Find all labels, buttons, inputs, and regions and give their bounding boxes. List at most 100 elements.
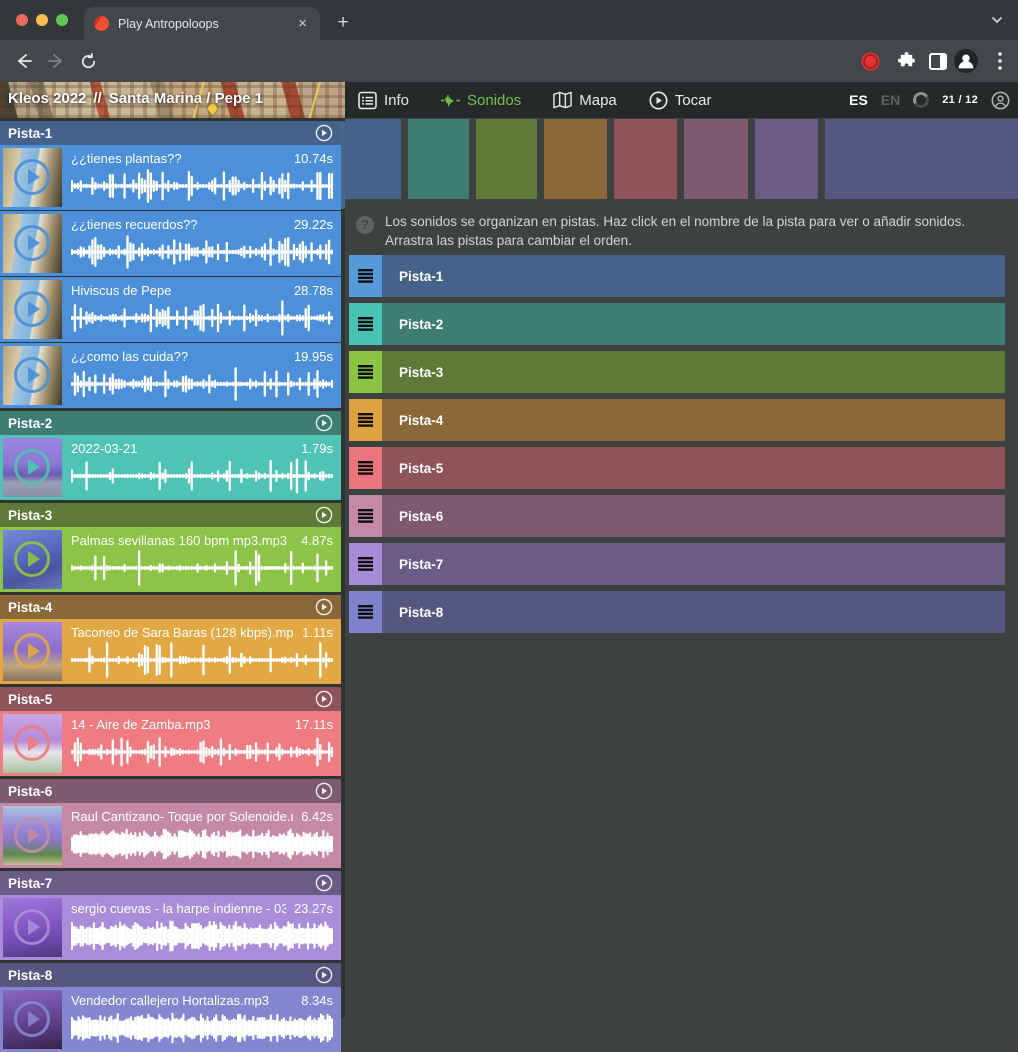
- drag-handle-icon[interactable]: [349, 447, 382, 489]
- track-header[interactable]: Pista-1: [0, 121, 341, 145]
- sound-thumbnail[interactable]: [3, 990, 62, 1049]
- play-sound-icon[interactable]: [14, 1001, 50, 1037]
- close-tab-icon[interactable]: ×: [295, 14, 310, 33]
- zoom-window-button[interactable]: [56, 14, 68, 26]
- sound-item[interactable]: Raul Cantizano- Toque por Solenoide.mp3 …: [0, 803, 341, 868]
- play-track-button[interactable]: [315, 506, 333, 524]
- sound-item[interactable]: Taconeo de Sara Baras (128 kbps).mp3 1.1…: [0, 619, 341, 684]
- sound-item[interactable]: 14 - Aire de Zamba.mp3 17.11s: [0, 711, 341, 776]
- track-header[interactable]: Pista-6: [0, 779, 341, 803]
- sound-thumbnail[interactable]: [3, 438, 62, 497]
- question-icon[interactable]: ?: [356, 216, 374, 234]
- nav-item-info[interactable]: Info: [358, 91, 409, 110]
- track-color-swatch-pista-8[interactable]: [825, 119, 1018, 199]
- play-track-button[interactable]: [315, 966, 333, 984]
- drag-handle-icon[interactable]: [349, 351, 382, 393]
- play-sound-icon[interactable]: [14, 817, 50, 853]
- sound-item[interactable]: Palmas sevillanas 160 bpm mp3.mp3 4.87s: [0, 527, 341, 592]
- extensions-puzzle-icon[interactable]: [894, 49, 918, 73]
- language-es[interactable]: ES: [849, 92, 868, 108]
- sound-thumbnail[interactable]: [3, 622, 62, 681]
- track-color-swatch-pista-3[interactable]: [476, 119, 537, 199]
- browser-menu-icon[interactable]: [988, 49, 1012, 73]
- track-header[interactable]: Pista-5: [0, 687, 341, 711]
- project-name[interactable]: Kleos 2022: [8, 90, 86, 107]
- waveform: [71, 550, 333, 586]
- track-row-pista-1[interactable]: Pista-1: [349, 255, 1005, 297]
- reload-button[interactable]: [76, 49, 100, 73]
- track-header[interactable]: Pista-4: [0, 595, 341, 619]
- sound-thumbnail[interactable]: [3, 898, 62, 957]
- back-button[interactable]: [12, 49, 36, 73]
- track-row-pista-4[interactable]: Pista-4: [349, 399, 1005, 441]
- sound-item[interactable]: Hiviscus de Pepe 28.78s: [0, 277, 341, 342]
- track-color-swatch-pista-7[interactable]: [755, 119, 818, 199]
- drag-handle-icon[interactable]: [349, 543, 382, 585]
- track-color-swatch-pista-2[interactable]: [408, 119, 469, 199]
- track-header[interactable]: Pista-3: [0, 503, 341, 527]
- window-controls[interactable]: [16, 14, 68, 26]
- sound-thumbnail[interactable]: [3, 148, 62, 207]
- play-sound-icon[interactable]: [14, 357, 50, 393]
- drag-handle-icon[interactable]: [349, 303, 382, 345]
- track-color-swatch-pista-1[interactable]: [345, 119, 401, 199]
- play-track-button[interactable]: [315, 598, 333, 616]
- play-track-button[interactable]: [315, 690, 333, 708]
- play-track-button[interactable]: [315, 414, 333, 432]
- sound-item[interactable]: ¿¿tienes recuerdos?? 29.22s: [0, 211, 341, 276]
- track-color-swatch-pista-4[interactable]: [544, 119, 607, 199]
- side-panel-icon[interactable]: [926, 49, 950, 73]
- track-row-pista-8[interactable]: Pista-8: [349, 591, 1005, 633]
- nav-item-mapa[interactable]: Mapa: [553, 91, 617, 110]
- browser-tab[interactable]: Play Antropoloops ×: [84, 7, 320, 40]
- play-sound-icon[interactable]: [14, 909, 50, 945]
- track-color-swatch-pista-6[interactable]: [684, 119, 748, 199]
- play-track-button[interactable]: [315, 782, 333, 800]
- drag-handle-icon[interactable]: [349, 255, 382, 297]
- nav-item-tocar[interactable]: Tocar: [649, 91, 712, 110]
- new-tab-button[interactable]: +: [332, 12, 354, 34]
- track-row-pista-5[interactable]: Pista-5: [349, 447, 1005, 489]
- tab-search-chevron-icon[interactable]: [990, 13, 1004, 27]
- play-sound-icon[interactable]: [14, 633, 50, 669]
- play-track-button[interactable]: [315, 124, 333, 142]
- sound-item[interactable]: 2022-03-21 1.79s: [0, 435, 341, 500]
- sound-thumbnail[interactable]: [3, 280, 62, 339]
- track-header[interactable]: Pista-8: [0, 963, 341, 987]
- close-window-button[interactable]: [16, 14, 28, 26]
- play-sound-icon[interactable]: [14, 541, 50, 577]
- sound-thumbnail[interactable]: [3, 714, 62, 773]
- forward-button[interactable]: [44, 49, 68, 73]
- track-row-pista-6[interactable]: Pista-6: [349, 495, 1005, 537]
- drag-handle-icon[interactable]: [349, 399, 382, 441]
- play-track-button[interactable]: [315, 874, 333, 892]
- track-row-pista-7[interactable]: Pista-7: [349, 543, 1005, 585]
- minimize-window-button[interactable]: [36, 14, 48, 26]
- drag-handle-icon[interactable]: [349, 591, 382, 633]
- language-en[interactable]: EN: [881, 92, 900, 108]
- account-icon[interactable]: [991, 91, 1010, 110]
- sound-item[interactable]: ¿¿tienes plantas?? 10.74s: [0, 145, 341, 210]
- play-sound-icon[interactable]: [14, 291, 50, 327]
- drag-handle-icon[interactable]: [349, 495, 382, 537]
- sound-item[interactable]: sergio cuevas - la harpe indienne - 03 -…: [0, 895, 341, 960]
- play-sound-icon[interactable]: [14, 449, 50, 485]
- track-header[interactable]: Pista-2: [0, 411, 341, 435]
- track-row-pista-2[interactable]: Pista-2: [349, 303, 1005, 345]
- track-header[interactable]: Pista-7: [0, 871, 341, 895]
- sound-item[interactable]: Vendedor callejero Hortalizas.mp3 8.34s: [0, 987, 341, 1052]
- record-extension-icon[interactable]: [858, 49, 882, 73]
- sound-item[interactable]: ¿¿como las cuida?? 19.95s: [0, 343, 341, 408]
- track-row-pista-3[interactable]: Pista-3: [349, 351, 1005, 393]
- map-thumbnail-banner[interactable]: Kleos 2022//Santa Marina / Pepe 1: [0, 82, 345, 118]
- sound-thumbnail[interactable]: [3, 806, 62, 865]
- track-color-swatch-pista-5[interactable]: [614, 119, 677, 199]
- sound-thumbnail[interactable]: [3, 346, 62, 405]
- play-sound-icon[interactable]: [14, 725, 50, 761]
- profile-avatar-icon[interactable]: [954, 49, 978, 73]
- play-sound-icon[interactable]: [14, 159, 50, 195]
- play-sound-icon[interactable]: [14, 225, 50, 261]
- sound-thumbnail[interactable]: [3, 530, 62, 589]
- sound-thumbnail[interactable]: [3, 214, 62, 273]
- nav-item-sonidos[interactable]: Sonidos: [441, 91, 521, 110]
